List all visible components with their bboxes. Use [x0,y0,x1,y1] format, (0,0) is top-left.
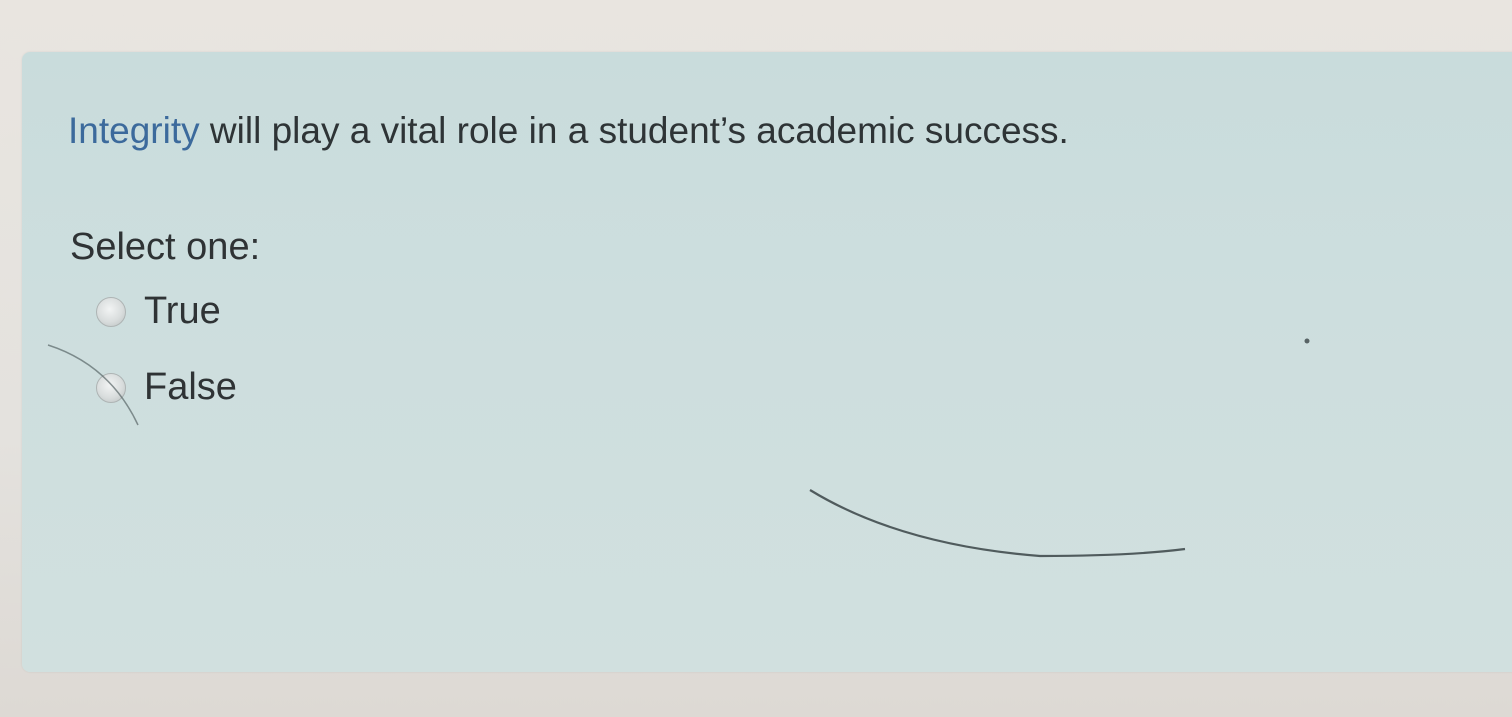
answer-label-true: True [144,290,221,332]
answer-label-false: False [144,366,237,408]
question-text: Integrity will play a vital role in a st… [68,110,1069,152]
radio-false[interactable] [96,372,126,403]
select-one-prompt: Select one: [70,226,261,268]
glossary-link-integrity[interactable]: Integrity [68,110,200,151]
question-body: will play a vital role in a student’s ac… [199,110,1069,151]
question-panel: Integrity will play a vital role in a st… [22,52,1512,672]
answer-option-true[interactable]: True [96,290,221,333]
radio-true[interactable] [96,296,126,327]
answer-option-false[interactable]: False [96,366,237,409]
